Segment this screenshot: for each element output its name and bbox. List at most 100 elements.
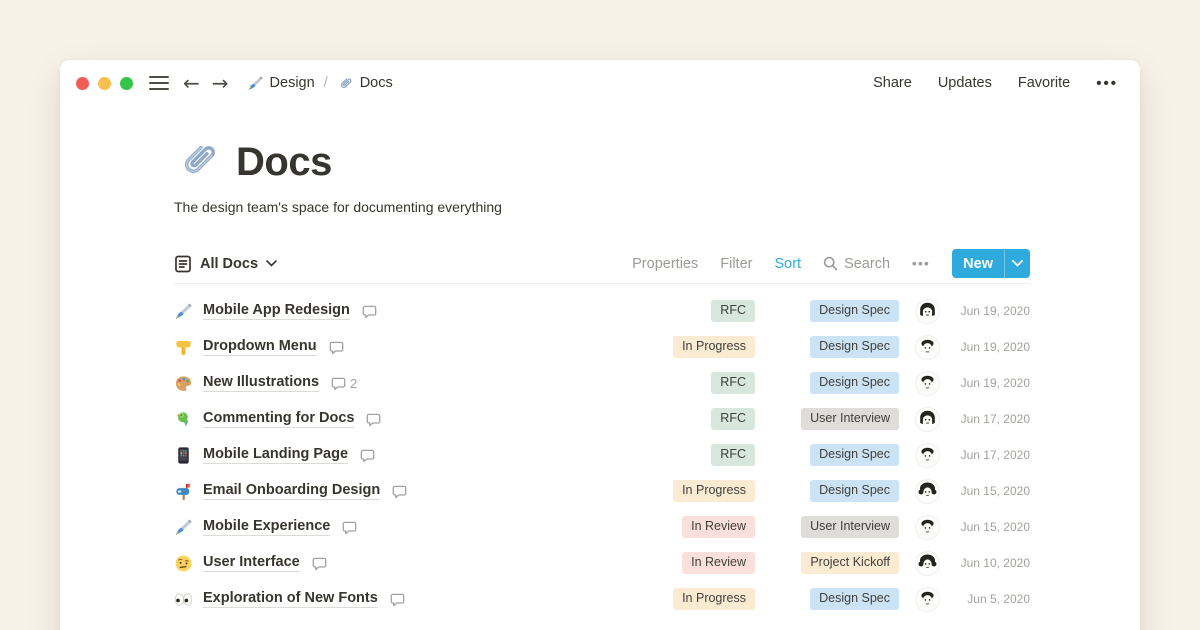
forward-arrow-icon[interactable]: → (212, 73, 229, 93)
status-cell: In Progress (655, 588, 755, 610)
comment-bubble-icon (312, 556, 327, 571)
mobile-phone-icon (174, 446, 193, 465)
doc-link[interactable]: Commenting for Docs (174, 410, 655, 429)
comment-bubble-icon (390, 592, 405, 607)
comment-count[interactable] (329, 340, 348, 355)
date-label: Jun 15, 2020 (952, 484, 1030, 498)
sidebar-menu-icon[interactable] (149, 75, 169, 91)
avatar[interactable] (916, 408, 939, 431)
page-subtitle: The design team's space for documenting … (174, 199, 1030, 215)
view-toolbar: All Docs Properties Filter Sort Search •… (174, 250, 1030, 284)
new-button[interactable]: New (952, 249, 1030, 278)
close-window-button[interactable] (76, 77, 89, 90)
date-label: Jun 17, 2020 (952, 448, 1030, 462)
doc-list-icon (174, 255, 192, 273)
back-arrow-icon[interactable]: ← (183, 73, 200, 93)
view-label: All Docs (200, 256, 258, 272)
search-label: Search (844, 256, 890, 272)
type-cell: Design Spec (771, 588, 899, 610)
filter-button[interactable]: Filter (720, 256, 752, 272)
doc-link[interactable]: Exploration of New Fonts (174, 590, 655, 609)
status-badge[interactable]: In Progress (673, 588, 755, 610)
type-badge[interactable]: User Interview (801, 408, 899, 430)
doc-title: Mobile Experience (203, 518, 330, 536)
comment-count[interactable]: 2 (331, 376, 357, 391)
breadcrumb-item-docs[interactable]: Docs (337, 75, 393, 92)
share-button[interactable]: Share (873, 75, 912, 91)
new-button-chevron-icon[interactable] (1004, 249, 1030, 278)
comment-count[interactable] (312, 556, 331, 571)
avatar[interactable] (916, 444, 939, 467)
doc-link[interactable]: New Illustrations 2 (174, 374, 655, 393)
paperclip-icon[interactable] (174, 136, 222, 184)
type-cell: Design Spec (771, 480, 899, 502)
doc-link[interactable]: User Interface (174, 554, 655, 573)
comment-bubble-icon (329, 340, 344, 355)
pointing-down-icon (174, 338, 193, 357)
doc-link[interactable]: Mobile Landing Page (174, 446, 655, 465)
minimize-window-button[interactable] (98, 77, 111, 90)
paintbrush-icon (174, 302, 193, 321)
comment-count[interactable] (392, 484, 411, 499)
comment-count[interactable] (362, 304, 381, 319)
properties-button[interactable]: Properties (632, 256, 698, 272)
status-badge[interactable]: In Review (682, 552, 755, 574)
type-cell: Design Spec (771, 444, 899, 466)
avatar[interactable] (916, 480, 939, 503)
type-badge[interactable]: Design Spec (810, 444, 899, 466)
avatar[interactable] (916, 336, 939, 359)
page-title: Docs (236, 140, 332, 184)
type-badge[interactable]: Project Kickoff (801, 552, 899, 574)
date-label: Jun 15, 2020 (952, 520, 1030, 534)
comment-count[interactable] (366, 412, 385, 427)
status-badge[interactable]: In Progress (673, 480, 755, 502)
toolbar-more-icon[interactable]: ••• (912, 256, 930, 271)
traffic-lights (76, 77, 133, 90)
doc-title: Mobile App Redesign (203, 302, 350, 320)
zoom-window-button[interactable] (120, 77, 133, 90)
type-badge[interactable]: Design Spec (810, 336, 899, 358)
type-badge[interactable]: Design Spec (810, 588, 899, 610)
view-switcher[interactable]: All Docs (174, 255, 277, 273)
type-badge[interactable]: User Interview (801, 516, 899, 538)
avatar[interactable] (916, 300, 939, 323)
doc-title: New Illustrations (203, 374, 319, 392)
avatar[interactable] (916, 588, 939, 611)
updates-button[interactable]: Updates (938, 75, 992, 91)
doc-link[interactable]: Dropdown Menu (174, 338, 655, 357)
breadcrumb-item-design[interactable]: Design (247, 75, 315, 92)
avatar[interactable] (916, 372, 939, 395)
avatar[interactable] (916, 552, 939, 575)
doc-link[interactable]: Mobile Experience (174, 518, 655, 537)
comment-count[interactable] (390, 592, 409, 607)
paperclip-icon (337, 75, 354, 92)
comment-count[interactable] (342, 520, 361, 535)
status-badge[interactable]: RFC (711, 372, 755, 394)
breadcrumb: Design / Docs (247, 75, 393, 92)
comment-bubble-icon (366, 412, 381, 427)
table-row: Mobile Experience In Review User Intervi… (174, 509, 1030, 545)
doc-link[interactable]: Email Onboarding Design (174, 482, 655, 501)
avatar[interactable] (916, 516, 939, 539)
status-badge[interactable]: RFC (711, 444, 755, 466)
parrot-icon (174, 410, 193, 429)
doc-link[interactable]: Mobile App Redesign (174, 302, 655, 321)
app-window: ← → Design / Docs Share Updates Favorite… (60, 60, 1140, 630)
status-cell: RFC (655, 372, 755, 394)
comment-bubble-icon (342, 520, 357, 535)
favorite-button[interactable]: Favorite (1018, 75, 1070, 91)
comment-bubble-icon (392, 484, 407, 499)
type-badge[interactable]: Design Spec (810, 300, 899, 322)
search-button[interactable]: Search (823, 256, 890, 272)
status-badge[interactable]: RFC (711, 408, 755, 430)
comment-count[interactable] (360, 448, 379, 463)
type-badge[interactable]: Design Spec (810, 480, 899, 502)
type-badge[interactable]: Design Spec (810, 372, 899, 394)
status-badge[interactable]: RFC (711, 300, 755, 322)
sort-button[interactable]: Sort (774, 256, 801, 272)
status-badge[interactable]: In Progress (673, 336, 755, 358)
table-row: Commenting for Docs RFC User Interview J… (174, 401, 1030, 437)
more-options-icon[interactable]: ••• (1096, 75, 1118, 92)
page-header: Docs (174, 136, 1030, 184)
status-badge[interactable]: In Review (682, 516, 755, 538)
